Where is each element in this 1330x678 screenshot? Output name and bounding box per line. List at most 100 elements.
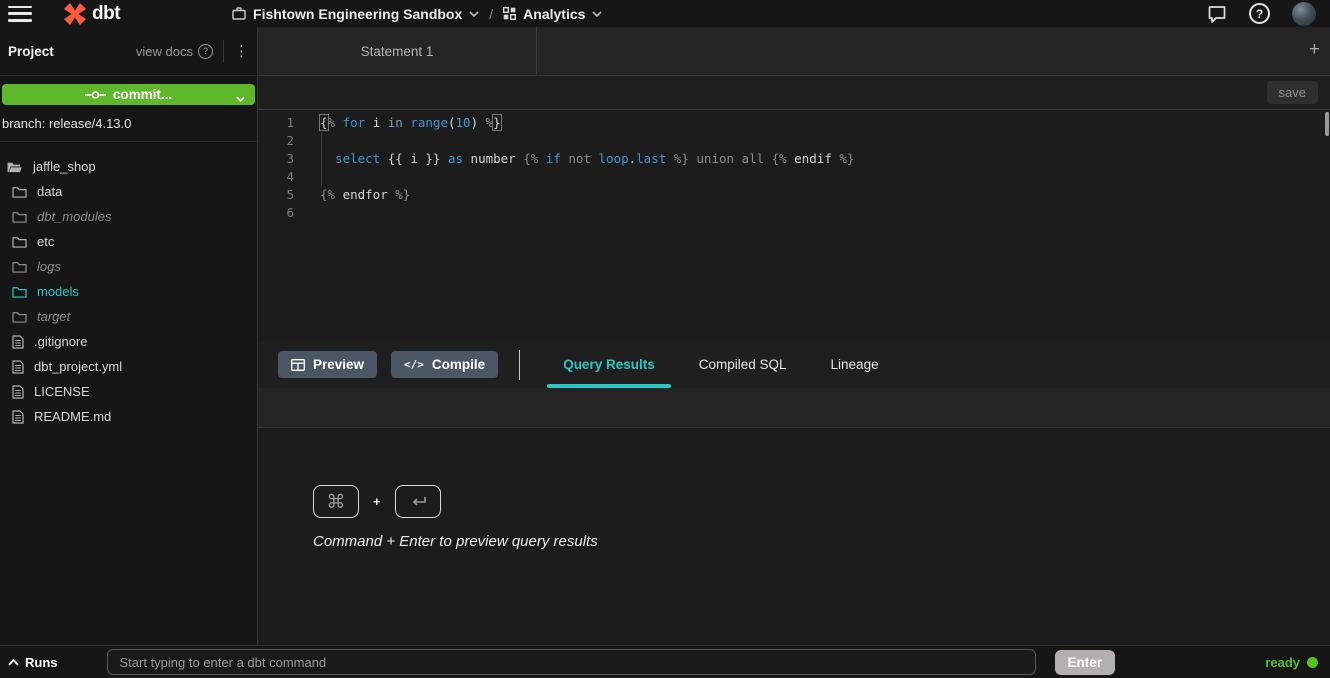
tab-lineage[interactable]: Lineage [809,341,901,388]
code-line: {% for i in range(10) %} [320,114,1330,132]
hamburger-menu-icon[interactable] [8,6,32,22]
save-button[interactable]: save [1267,81,1318,104]
line-number: 3 [258,150,298,168]
line-number: 2 [258,132,298,150]
sidebar-title: Project [8,44,54,59]
file-tree: jaffle_shopdata dbt_modulesetc logs models t… [0,154,257,429]
tab-label: Statement 1 [361,44,434,59]
folder-icon [12,185,27,198]
user-avatar[interactable] [1292,2,1316,26]
folder-icon [12,260,27,273]
tree-item-label: jaffle_shop [33,159,96,174]
tree-item-label: logs [37,259,61,274]
new-tab-button[interactable]: + [1309,40,1320,59]
main-panel: Statement 1 + save 123456 {% for i in ra… [258,27,1330,645]
sidebar-header: Project view docs ? ⋮ [0,27,257,76]
line-number: 5 [258,186,298,204]
header-divider [223,40,224,62]
dbt-logo[interactable]: dbt [62,1,120,27]
breadcrumb-separator: / [489,6,493,22]
enter-button[interactable]: Enter [1055,650,1116,675]
project-sidebar: Project view docs ? ⋮ commit... branch: … [0,27,258,645]
account-name: Fishtown Engineering Sandbox [253,6,462,22]
tree-item-target[interactable]: target [0,304,257,329]
kebab-menu-icon[interactable]: ⋮ [234,44,249,59]
folder-icon [12,310,27,323]
tree-item-label: data [37,184,62,199]
tab-compiled-sql[interactable]: Compiled SQL [677,341,809,388]
tree-item-dbt-project-yml[interactable]: dbt_project.yml [0,354,257,379]
editor-tabbar: Statement 1 + [258,27,1330,76]
project-switcher[interactable]: Analytics [503,6,602,22]
tree-item-label: dbt_modules [37,209,111,224]
tree-item-readme-md[interactable]: README.md [0,404,257,429]
results-body: ⌘ + Command + Enter to preview query res… [258,428,1330,645]
tree-item-label: etc [37,234,54,249]
help-glyph: ? [1256,7,1263,21]
code-lines[interactable]: {% for i in range(10) %} select {{ i }} … [298,114,1330,341]
tree-item--gitignore[interactable]: .gitignore [0,329,257,354]
compile-button[interactable]: </> Compile [391,351,498,378]
runs-label: Runs [25,655,58,670]
chevron-up-icon [8,659,19,666]
file-icon [12,360,24,374]
preview-button[interactable]: Preview [278,351,377,378]
account-switcher[interactable]: Fishtown Engineering Sandbox [232,6,479,22]
file-icon [12,410,24,424]
results-tabs: Query ResultsCompiled SQLLineage [541,341,900,388]
status-label: ready [1265,655,1300,670]
code-line: {% endfor %} [320,186,1330,204]
dbt-logo-text: dbt [92,3,120,25]
help-icon[interactable]: ? [1249,3,1270,24]
file-icon [12,335,24,349]
tree-item-logs[interactable]: logs [0,254,257,279]
view-docs-link[interactable]: view docs ? [136,44,213,59]
chat-icon[interactable] [1207,5,1227,23]
toolbar-divider [519,350,520,380]
shortcut-keys: ⌘ + [313,485,1330,518]
results-toolbar: Preview </> Compile Query ResultsCompile… [258,341,1330,388]
commit-button[interactable]: commit... [2,84,255,105]
compile-button-label: Compile [432,357,485,372]
results-header-strip [258,388,1330,428]
editor-actions-row: save [258,76,1330,110]
branch-label: branch: release/4.13.0 [0,105,257,141]
code-line [320,204,1330,222]
tree-item-license[interactable]: LICENSE [0,379,257,404]
runs-toggle[interactable]: Runs [8,655,58,670]
tab-query-results[interactable]: Query Results [541,341,677,388]
chevron-down-icon [469,11,479,17]
command-glyph: ⌘ [327,491,346,513]
code-line: select {{ i }} as number {% if not loop.… [320,150,1330,168]
code-editor[interactable]: 123456 {% for i in range(10) %} select {… [258,110,1330,341]
enter-key-icon [395,485,441,518]
tree-item-data[interactable]: data [0,179,257,204]
command-input[interactable] [107,649,1036,675]
view-docs-label: view docs [136,44,193,59]
tree-item-label: target [37,309,70,324]
folder-icon [12,285,27,298]
tree-item-label: .gitignore [34,334,87,349]
grid-icon [503,7,516,20]
sidebar-divider [0,141,257,142]
tree-item-etc[interactable]: etc [0,229,257,254]
folder-icon [12,210,27,223]
command-key-icon: ⌘ [313,485,359,518]
tree-item-jaffle-shop[interactable]: jaffle_shop [0,154,257,179]
line-number: 4 [258,168,298,186]
briefcase-icon [232,7,246,20]
tab-statement-1[interactable]: Statement 1 [258,27,537,75]
status-indicator: ready [1265,655,1318,670]
line-number: 1 [258,114,298,132]
tree-item-dbt-modules[interactable]: dbt_modules [0,204,257,229]
editor-scrollbar-thumb[interactable] [1325,112,1329,136]
tree-item-label: models [37,284,79,299]
line-numbers: 123456 [258,114,298,341]
tree-item-label: dbt_project.yml [34,359,122,374]
question-circle-icon: ? [198,44,213,59]
line-number: 6 [258,204,298,222]
tree-item-models[interactable]: models [0,279,257,304]
tree-item-label: LICENSE [34,384,90,399]
status-dot-icon [1307,657,1318,668]
code-line [320,168,1330,186]
